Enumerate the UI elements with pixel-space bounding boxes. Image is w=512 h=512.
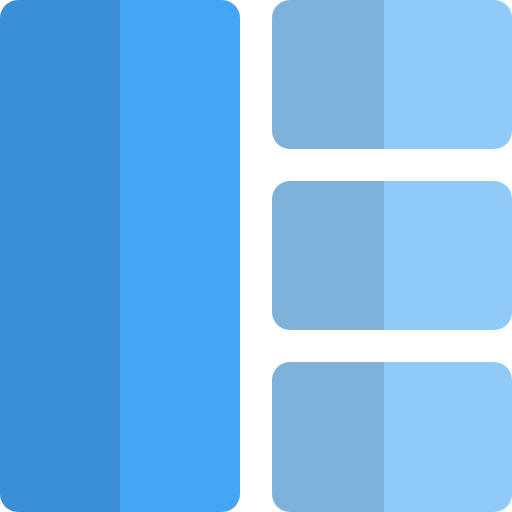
tile-middle-left-half	[272, 181, 384, 330]
tile-top-right-half	[384, 0, 512, 149]
tile-top-left-half	[272, 0, 384, 149]
tile-bottom-left-half	[272, 362, 384, 512]
layout-icon-canvas	[0, 0, 512, 512]
sidebar-panel-right-half	[120, 0, 240, 512]
tile-middle-right-half	[384, 181, 512, 330]
tile-top	[272, 0, 512, 149]
sidebar-panel-left-half	[0, 0, 120, 512]
sidebar-panel	[0, 0, 240, 512]
tile-middle	[272, 181, 512, 330]
tile-bottom	[272, 362, 512, 512]
tile-bottom-right-half	[384, 362, 512, 512]
layout-sidebar-list-icon	[0, 0, 512, 512]
